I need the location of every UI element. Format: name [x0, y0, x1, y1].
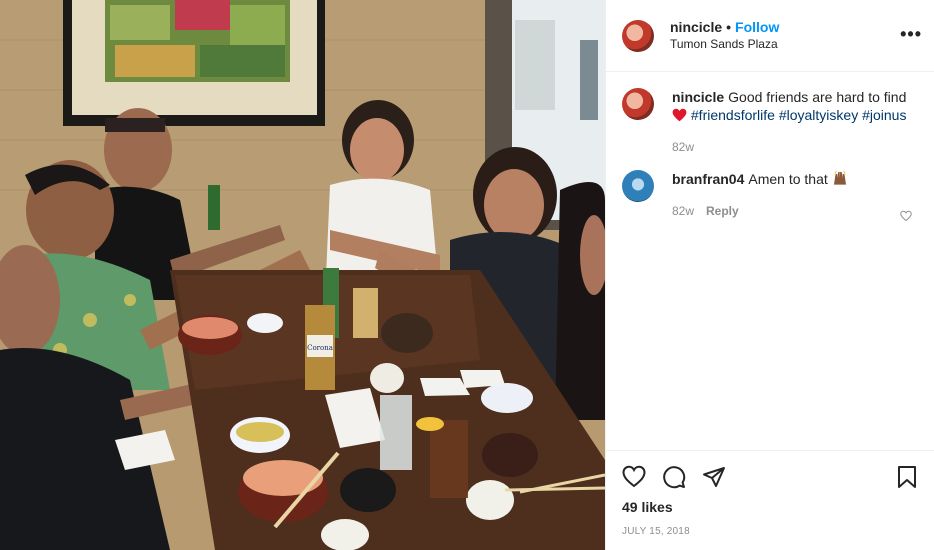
caption-age[interactable]: 82w [672, 140, 694, 154]
more-options-icon[interactable]: ••• [900, 25, 922, 43]
like-comment-icon[interactable] [900, 210, 912, 222]
comment-text: Amen to that [748, 171, 828, 187]
post-location[interactable]: Tumon Sands Plaza [670, 36, 779, 53]
action-bar [622, 463, 919, 491]
caption-avatar[interactable] [622, 88, 654, 120]
commenter-username[interactable]: branfran04 [672, 171, 744, 187]
raised-hands-icon [833, 170, 846, 185]
hashtag-link[interactable]: #friendsforlife [691, 107, 775, 123]
post-photo[interactable]: Corona [0, 0, 605, 550]
hashtag-link[interactable]: #joinus [862, 107, 906, 123]
comment-meta: 82w Reply [672, 202, 907, 220]
bottle-label-text: Corona [307, 344, 333, 352]
comment-age[interactable]: 82w [672, 204, 694, 218]
author-info: nincicle • Follow Tumon Sands Plaza [670, 19, 779, 53]
author-username[interactable]: nincicle [670, 19, 722, 35]
post-date[interactable]: JULY 15, 2018 [622, 526, 919, 537]
author-avatar[interactable] [622, 19, 654, 52]
post-header: nincicle • Follow Tumon Sands Plaza ••• [606, 0, 934, 72]
post-side-panel: nincicle • Follow Tumon Sands Plaza ••• ni… [605, 0, 934, 550]
caption: nincicle Good friends are hard to find #f… [622, 88, 918, 156]
post-actions-section: 49 likes JULY 15, 2018 [606, 450, 934, 537]
comment-bubble-icon[interactable] [662, 465, 686, 489]
share-send-icon[interactable] [702, 465, 726, 489]
comments-section: nincicle Good friends are hard to find #f… [606, 72, 934, 438]
likes-count[interactable]: 49 likes [622, 499, 919, 515]
like-heart-icon[interactable] [622, 465, 646, 489]
comment-item: branfran04 Amen to that 82w Reply [622, 170, 918, 220]
caption-text: Good friends are hard to find [728, 89, 907, 105]
instagram-post: Corona nincicle • Follow Tumon Sands Plaza… [0, 0, 934, 550]
follow-button[interactable]: Follow [735, 19, 779, 35]
save-bookmark-icon[interactable] [895, 465, 919, 489]
commenter-avatar[interactable] [622, 170, 654, 202]
caption-meta: 82w [672, 138, 907, 156]
hashtag-link[interactable]: #loyaltyiskey [779, 107, 858, 123]
photo-illustration: Corona [0, 0, 605, 550]
red-heart-icon [672, 108, 687, 122]
separator-dot: • [726, 18, 732, 35]
reply-button[interactable]: Reply [706, 204, 739, 218]
caption-username[interactable]: nincicle [672, 89, 724, 105]
